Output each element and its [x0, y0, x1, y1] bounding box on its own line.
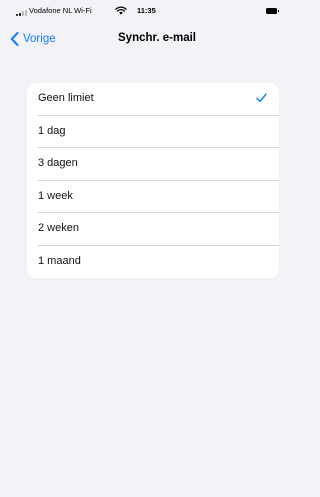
checkmark-icon: [256, 93, 267, 103]
status-time: 11:35: [137, 6, 156, 15]
option-1-dag[interactable]: 1 dag: [27, 116, 279, 149]
option-label: 1 dag: [38, 124, 66, 137]
navigation-bar: Vorige Synchr. e-mail: [0, 22, 288, 56]
option-label: 1 week: [38, 189, 73, 202]
screen: Vodafone NL Wi-Fi 11:35 Vorige Synchr. e…: [0, 0, 288, 497]
option-geen-limiet[interactable]: Geen limiet: [27, 83, 279, 116]
wifi-icon: [115, 6, 127, 15]
signal-strength-icon: [16, 9, 28, 16]
option-label: 2 weken: [38, 222, 79, 234]
option-1-week[interactable]: 1 week: [27, 181, 279, 214]
option-label: 3 dagen: [38, 157, 78, 169]
option-1-maand[interactable]: 1 maand: [27, 246, 279, 279]
status-bar: Vodafone NL Wi-Fi 11:35: [0, 0, 288, 20]
carrier-name: Vodafone NL Wi-Fi: [29, 6, 92, 15]
option-3-dagen[interactable]: 3 dagen: [27, 148, 279, 181]
option-label: Geen limiet: [38, 92, 94, 104]
option-2-weken[interactable]: 2 weken: [27, 213, 279, 246]
battery-icon: [266, 8, 279, 14]
page-title: Synchr. e-mail: [118, 32, 196, 44]
sync-period-list: Geen limiet 1 dag 3 dagen 1 week 2 weken…: [27, 83, 279, 278]
option-label: 1 maand: [38, 254, 81, 267]
